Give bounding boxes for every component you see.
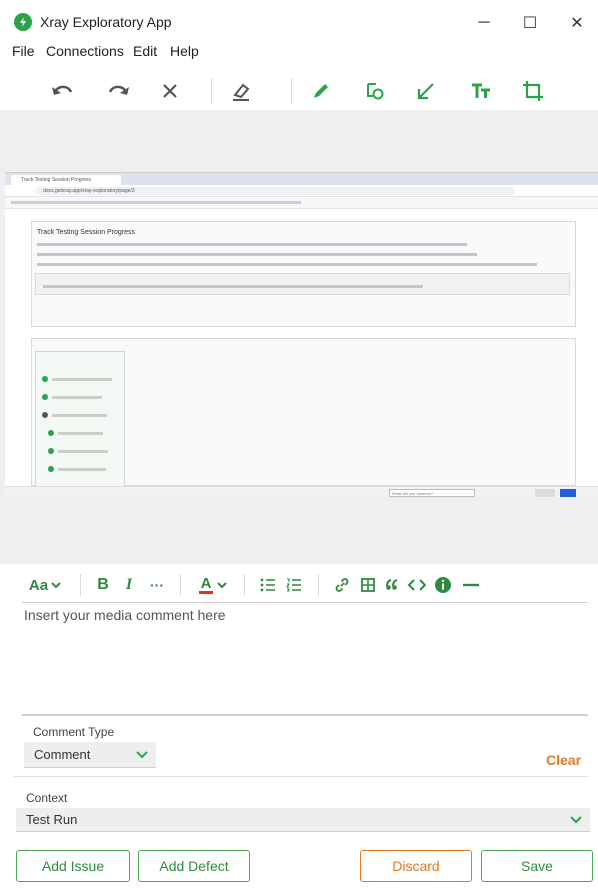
screenshot-canvas[interactable]: Track Testing Session Progress docs.getx… <box>0 110 598 564</box>
text-color-icon: A <box>199 574 213 594</box>
mini-bar <box>58 468 106 471</box>
more-formatting-button[interactable]: ··· <box>146 573 168 597</box>
eraser-icon[interactable] <box>226 76 256 106</box>
font-style-dropdown[interactable]: Aa <box>24 573 66 597</box>
browser-address-bar: docs.getxray.app/xray-exploratory/page/3 <box>5 185 598 197</box>
annotation-toolbar <box>0 70 598 110</box>
window-title: Xray Exploratory App <box>40 14 172 30</box>
arrow-icon[interactable] <box>411 76 441 106</box>
delete-icon[interactable] <box>155 76 185 106</box>
comment-type-value: Comment <box>34 747 91 762</box>
text-icon[interactable] <box>466 76 496 106</box>
editor-bottom-divider <box>22 714 588 716</box>
menu-edit[interactable]: Edit <box>133 43 157 59</box>
screenshot-observe-input: What did you observe? <box>389 489 475 497</box>
toolbar-separator <box>244 574 245 596</box>
quote-icon[interactable] <box>382 573 402 597</box>
section-divider <box>14 776 588 777</box>
context-select[interactable]: Test Run <box>16 808 590 832</box>
title-bar: Xray Exploratory App ─ ☐ ✕ <box>0 0 598 44</box>
mini-status-dot <box>48 466 54 472</box>
context-value: Test Run <box>26 812 78 827</box>
mini-bar <box>52 396 102 399</box>
rich-text-toolbar: Aa B I ··· A <box>22 565 588 603</box>
screenshot-mini-app <box>35 351 125 497</box>
mini-status-dot <box>42 376 48 382</box>
browser-tabs: Track Testing Session Progress <box>5 173 598 185</box>
pen-icon[interactable] <box>306 76 336 106</box>
add-issue-button[interactable]: Add Issue <box>16 850 130 882</box>
add-defect-button[interactable]: Add Defect <box>138 850 250 882</box>
mini-bar <box>58 450 108 453</box>
mini-status-dot <box>48 448 54 454</box>
app-logo-icon <box>14 13 32 31</box>
mini-status-dot <box>42 394 48 400</box>
mini-bar <box>52 378 112 381</box>
crop-icon[interactable] <box>518 76 548 106</box>
browser-url: docs.getxray.app/xray-exploratory/page/3 <box>35 187 515 195</box>
numbered-list-icon[interactable] <box>284 573 304 597</box>
captured-screenshot: Track Testing Session Progress docs.getx… <box>5 172 598 497</box>
screenshot-gray-button <box>535 489 555 497</box>
media-comment-input[interactable] <box>22 603 588 709</box>
italic-button[interactable]: I <box>120 573 138 597</box>
mini-status-dot <box>42 412 48 418</box>
bullet-list-icon[interactable] <box>258 573 278 597</box>
redo-icon[interactable] <box>104 76 134 106</box>
toolbar-separator <box>291 78 292 104</box>
font-style-label: Aa <box>28 576 49 594</box>
text-color-label: A <box>200 574 212 592</box>
screenshot-blue-button <box>560 489 576 497</box>
screenshot-note-box <box>35 273 570 295</box>
toolbar-separator <box>318 574 319 596</box>
toolbar-separator <box>180 574 181 596</box>
toolbar-separator <box>80 574 81 596</box>
chevron-down-icon <box>217 582 227 589</box>
info-panel-icon[interactable] <box>432 573 454 597</box>
menu-file[interactable]: File <box>12 43 35 59</box>
toolbar-separator <box>211 78 212 104</box>
format-icons-strip <box>11 201 301 204</box>
undo-icon[interactable] <box>47 76 77 106</box>
menu-help[interactable]: Help <box>170 43 199 59</box>
browser-format-toolbar <box>5 197 598 209</box>
clear-link[interactable]: Clear <box>546 752 581 768</box>
text-color-swatch <box>199 590 213 594</box>
screenshot-heading: Track Testing Session Progress <box>37 229 136 236</box>
mini-bar <box>52 414 107 417</box>
menu-bar: File Connections Edit Help <box>0 42 598 62</box>
chevron-down-icon <box>136 750 148 758</box>
shape-icon[interactable] <box>360 76 390 106</box>
close-button[interactable]: ✕ <box>557 8 597 38</box>
screenshot-bottom-bar: What did you observe? <box>5 486 598 497</box>
maximize-button[interactable]: ☐ <box>510 8 550 38</box>
text-color-dropdown[interactable]: A <box>194 573 232 597</box>
bold-button[interactable]: B <box>94 573 112 597</box>
mini-status-dot <box>48 430 54 436</box>
context-label: Context <box>26 791 68 805</box>
chevron-down-icon <box>570 815 582 823</box>
chevron-down-icon <box>51 582 61 589</box>
mini-bar <box>58 432 103 435</box>
screenshot-text-line <box>37 243 467 246</box>
menu-connections[interactable]: Connections <box>46 43 124 59</box>
save-button[interactable]: Save <box>481 850 593 882</box>
code-icon[interactable] <box>406 573 428 597</box>
comment-type-label: Comment Type <box>33 725 115 739</box>
screenshot-text-line <box>43 285 423 288</box>
discard-button[interactable]: Discard <box>360 850 472 882</box>
comment-type-select[interactable]: Comment <box>24 742 156 768</box>
screenshot-text-line <box>37 253 477 256</box>
link-icon[interactable] <box>332 573 352 597</box>
table-icon[interactable] <box>358 573 378 597</box>
screenshot-text-line <box>37 263 537 266</box>
minimize-button[interactable]: ─ <box>464 8 504 38</box>
browser-tab: Track Testing Session Progress <box>11 175 121 185</box>
horizontal-rule-icon[interactable] <box>460 573 482 597</box>
